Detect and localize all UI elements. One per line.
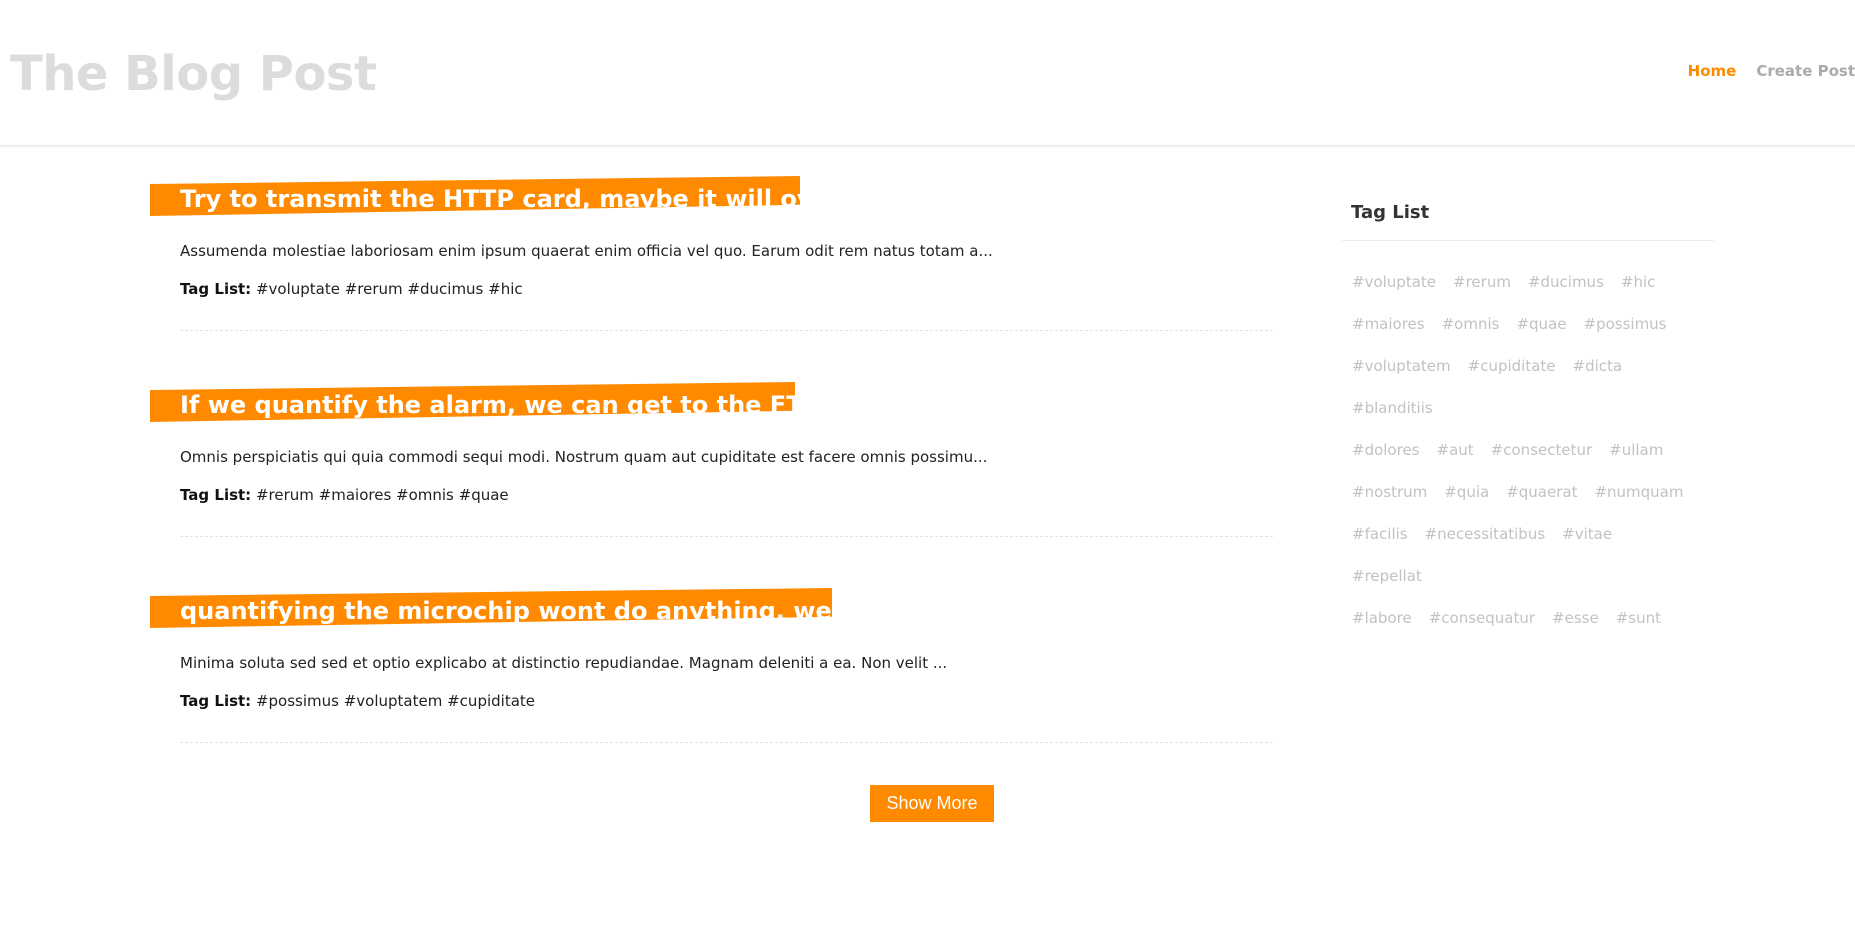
post-title-container[interactable]: quantifying the microchip wont do anythi… [150,582,1273,636]
post-tag-list-label: Tag List: [180,692,252,710]
sidebar-tag-link[interactable]: #quaerat [1506,472,1577,513]
sidebar-tag-link[interactable]: #omnis [1442,304,1500,345]
post-tag-list: Tag List: #voluptate #rerum #ducimus #hi… [180,280,523,298]
sidebar-tag-link[interactable]: #consequatur [1429,598,1535,639]
post-tag-list-label: Tag List: [180,280,252,298]
post-tag-list-label: Tag List: [180,486,252,504]
post-title[interactable]: Try to transmit the HTTP card, maybe it … [180,184,853,214]
sidebar-tag-link[interactable]: #vitae [1562,514,1612,555]
site-title[interactable]: The Blog Post [10,46,377,102]
post-title[interactable]: quantifying the microchip wont do anythi… [180,596,890,626]
sidebar-tag-link[interactable]: #esse [1552,598,1599,639]
nav-create-post-link[interactable]: Create Post [1756,62,1855,80]
post-divider [180,536,1273,537]
nav-home-link[interactable]: Home [1688,62,1737,80]
sidebar-tag-link[interactable]: #nostrum [1352,472,1427,513]
site-header: The Blog Post Home Create Post [0,0,1855,146]
sidebar-tag-link[interactable]: #dolores [1352,430,1420,471]
post-item: quantifying the microchip wont do anythi… [150,582,1273,788]
post-title-container[interactable]: Try to transmit the HTTP card, maybe it … [150,170,1273,224]
post-tag-values: #rerum #maiores #omnis #quae [255,486,509,504]
sidebar-tag-link[interactable]: #necessitatibus [1425,514,1546,555]
post-excerpt: Omnis perspiciatis qui quia commodi sequ… [180,448,988,466]
sidebar-tag-link[interactable]: #quae [1516,304,1566,345]
post-tag-values: #voluptate #rerum #ducimus #hic [255,280,523,298]
sidebar-tag-link[interactable]: #numquam [1594,472,1683,513]
sidebar-tag-link[interactable]: #hic [1621,262,1656,303]
sidebar-title: Tag List [1351,202,1430,223]
sidebar-tag-link[interactable]: #ullam [1609,430,1663,471]
post-excerpt: Assumenda molestiae laboriosam enim ipsu… [180,242,993,260]
post-excerpt: Minima soluta sed sed et optio explicabo… [180,654,948,672]
sidebar-tag-link[interactable]: #ducimus [1528,262,1604,303]
post-list: Try to transmit the HTTP card, maybe it … [150,170,1273,788]
post-tag-values: #possimus #voluptatem #cupiditate [255,692,535,710]
post-divider [180,742,1273,743]
sidebar-tag-link[interactable]: #aut [1437,430,1474,471]
sidebar-tag-link[interactable]: #consectetur [1491,430,1592,471]
sidebar-tag-link[interactable]: #quia [1444,472,1489,513]
sidebar-tag-link[interactable]: #rerum [1453,262,1511,303]
sidebar-tag-link[interactable]: #facilis [1352,514,1408,555]
post-item: Try to transmit the HTTP card, maybe it … [150,170,1273,376]
post-divider [180,330,1273,331]
sidebar-tag-link[interactable]: #voluptate [1352,262,1436,303]
sidebar-tag-list: Tag List #voluptate #rerum #ducimus #hic #ma… [1342,196,1714,639]
post-title[interactable]: If we quantify the alarm, we can get to … [180,390,854,420]
sidebar-tag-link[interactable]: #blanditiis [1352,388,1433,429]
sidebar-tag-link[interactable]: #sunt [1616,598,1661,639]
sidebar-tag-link[interactable]: #possimus [1584,304,1667,345]
sidebar-tag-link[interactable]: #dicta [1573,346,1623,387]
sidebar-tag-link[interactable]: #repellat [1352,556,1422,597]
sidebar-tag-link[interactable]: #cupiditate [1468,346,1556,387]
sidebar-tag-link[interactable]: #voluptatem [1352,346,1451,387]
main-nav: Home Create Post [1668,62,1855,80]
post-tag-list: Tag List: #rerum #maiores #omnis #quae [180,486,509,504]
show-more-button[interactable]: Show More [870,785,994,822]
tag-cloud: #voluptate #rerum #ducimus #hic #maiores #omn… [1342,241,1714,639]
sidebar-tag-link[interactable]: #labore [1352,598,1412,639]
sidebar-tag-link[interactable]: #maiores [1352,304,1425,345]
post-title-container[interactable]: If we quantify the alarm, we can get to … [150,376,1273,430]
post-item: If we quantify the alarm, we can get to … [150,376,1273,582]
post-tag-list: Tag List: #possimus #voluptatem #cupidit… [180,692,535,710]
